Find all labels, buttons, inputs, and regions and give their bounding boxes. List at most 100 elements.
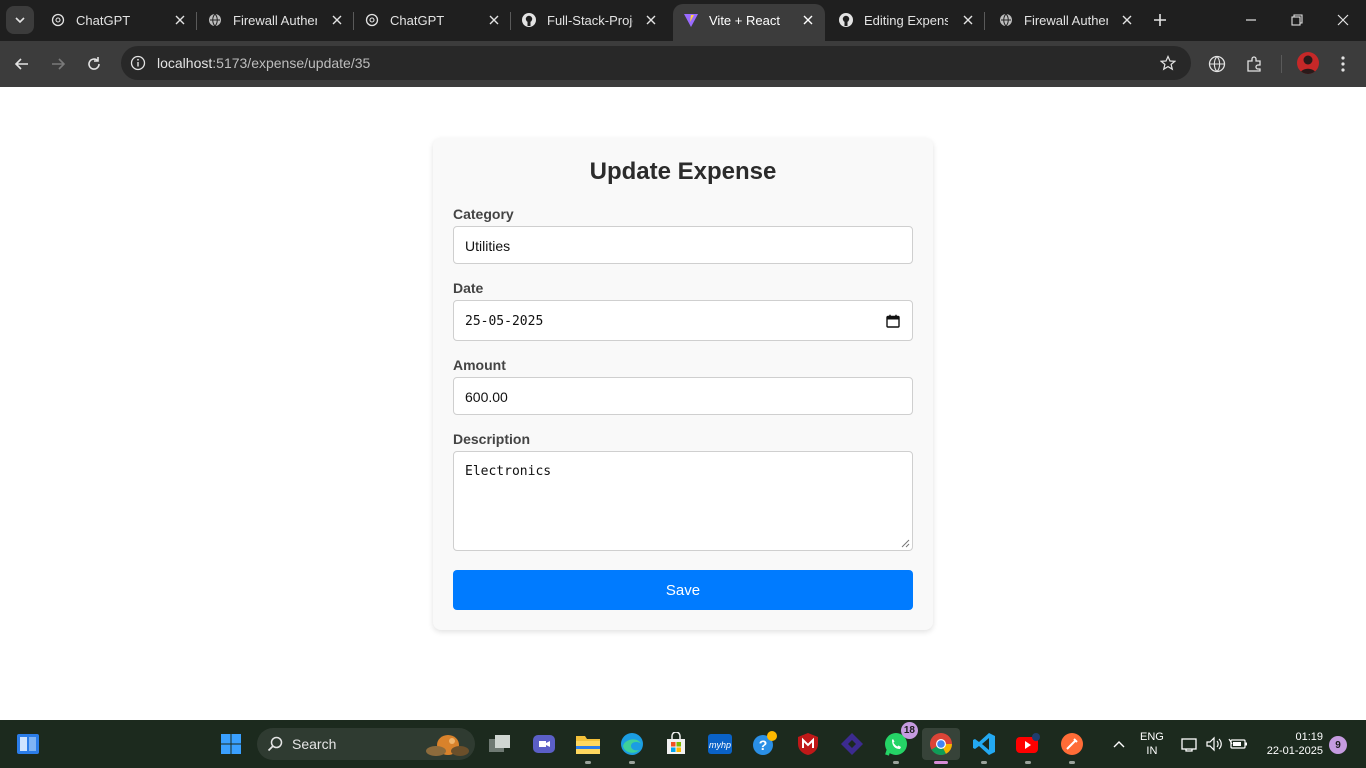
github-icon: [838, 12, 854, 28]
clock-date: 22-01-2025: [1266, 745, 1323, 757]
taskbar-app-edge[interactable]: [616, 728, 648, 764]
toolbar-divider: [1281, 55, 1282, 73]
mcafee-shield-icon: [798, 733, 818, 755]
browser-tab-strip: ChatGPT Firewall Authentication ChatGPT …: [0, 0, 1366, 41]
notification-center-badge[interactable]: 9: [1329, 736, 1347, 754]
network-icon[interactable]: [1180, 734, 1200, 754]
video-chat-icon: [533, 735, 555, 753]
description-value: Electronics: [465, 464, 552, 479]
taskbar-app-file-explorer[interactable]: [572, 728, 604, 764]
close-icon[interactable]: [644, 13, 658, 27]
show-hidden-icons-button[interactable]: [1109, 734, 1129, 754]
back-button[interactable]: [10, 52, 34, 76]
language-indicator[interactable]: ENG IN: [1140, 730, 1164, 758]
new-tab-button[interactable]: [1150, 10, 1170, 30]
browser-tab[interactable]: Firewall Authentication: [988, 0, 1144, 41]
resize-grip-icon[interactable]: [901, 539, 910, 548]
reload-icon: [88, 57, 100, 70]
category-value: Utilities: [465, 238, 511, 254]
search-highlight-image-icon: [426, 735, 469, 756]
notification-badge: 18: [900, 722, 918, 739]
browser-tab[interactable]: Firewall Authentication: [197, 0, 354, 41]
category-input[interactable]: Utilities: [453, 226, 913, 264]
address-bar[interactable]: localhost:5173/expense/update/35: [121, 46, 1191, 80]
task-view-button[interactable]: [484, 728, 516, 760]
taskbar-app-meet[interactable]: [528, 728, 560, 760]
search-label: Search: [292, 736, 337, 752]
start-button[interactable]: [215, 728, 247, 760]
close-icon[interactable]: [330, 13, 344, 27]
chrome-icon: [930, 733, 952, 755]
translate-icon[interactable]: [1206, 53, 1228, 75]
taskbar-app-dev-tool[interactable]: [836, 728, 868, 760]
widgets-icon: [17, 734, 39, 754]
running-indicator: [893, 761, 899, 764]
taskbar-search[interactable]: Search: [257, 728, 475, 760]
calendar-icon[interactable]: [886, 314, 900, 328]
taskbar-app-mcafee[interactable]: [792, 728, 824, 760]
taskbar-app-postman[interactable]: [1056, 728, 1088, 764]
tab-title: ChatGPT: [76, 13, 131, 28]
close-icon[interactable]: [801, 13, 815, 27]
dev-tool-icon: [841, 733, 863, 755]
task-view-icon: [489, 735, 510, 752]
extensions-icon[interactable]: [1243, 53, 1265, 75]
running-indicator: [1025, 761, 1031, 764]
description-label: Description: [453, 431, 531, 447]
date-input[interactable]: 25-05-2025: [453, 300, 913, 341]
site-info-icon[interactable]: [129, 54, 147, 72]
page-viewport: Update Expense Category Utilities Date 2…: [0, 87, 1366, 720]
browser-tab-active[interactable]: Vite + React: [673, 4, 825, 41]
system-clock[interactable]: 01:19 22-01-2025: [1258, 730, 1323, 758]
close-icon[interactable]: [173, 13, 187, 27]
taskbar-app-myhp[interactable]: myhp: [704, 728, 736, 760]
description-textarea[interactable]: Electronics: [453, 451, 913, 551]
amount-input[interactable]: 600.00: [453, 377, 913, 415]
browser-tab[interactable]: ChatGPT: [354, 0, 511, 41]
taskbar-app-youtube[interactable]: [1012, 728, 1044, 764]
forward-button[interactable]: [46, 52, 70, 76]
restore-button[interactable]: [1287, 10, 1307, 30]
profile-avatar[interactable]: [1297, 52, 1319, 74]
browser-tab[interactable]: ChatGPT: [40, 0, 197, 41]
arrow-left-icon: [14, 58, 28, 70]
tab-search-button[interactable]: [6, 6, 34, 34]
form-heading: Update Expense: [589, 158, 777, 185]
save-button[interactable]: Save: [453, 570, 913, 610]
running-indicator: [585, 761, 591, 764]
volume-icon[interactable]: [1204, 734, 1224, 754]
github-icon: [521, 12, 537, 28]
taskbar-app-vscode[interactable]: [968, 728, 1000, 764]
close-window-button[interactable]: [1333, 10, 1353, 30]
tab-title: Vite + React: [709, 13, 780, 28]
taskbar-app-chrome[interactable]: [922, 728, 960, 764]
browser-menu-icon[interactable]: [1332, 53, 1354, 75]
close-icon[interactable]: [1120, 13, 1134, 27]
taskbar-app-get-help[interactable]: ?: [748, 728, 780, 760]
widgets-button[interactable]: [12, 728, 44, 760]
close-icon[interactable]: [961, 13, 975, 27]
search-icon: [267, 736, 283, 752]
windows-taskbar: Search myhp ? 18 ENG IN 01:19 22-01-2025…: [0, 720, 1366, 768]
browser-tab[interactable]: Editing Expense: [828, 0, 985, 41]
taskbar-app-store[interactable]: [660, 728, 692, 760]
bookmark-star-icon[interactable]: [1159, 54, 1177, 72]
language-code: ENG: [1140, 731, 1164, 743]
close-icon: [1337, 14, 1349, 26]
svg-text:?: ?: [759, 737, 768, 753]
close-icon[interactable]: [487, 13, 501, 27]
tab-title: Editing Expense: [864, 13, 948, 28]
language-region: IN: [1146, 745, 1158, 757]
taskbar-app-whatsapp[interactable]: 18: [880, 722, 918, 764]
arrow-right-icon: [52, 58, 66, 70]
postman-icon: [1061, 733, 1083, 755]
minimize-button[interactable]: [1241, 10, 1261, 30]
plus-icon: [1154, 14, 1166, 26]
browser-tab[interactable]: Full-Stack-Project: [511, 0, 668, 41]
tab-separator: [984, 12, 985, 30]
battery-icon[interactable]: [1228, 734, 1248, 754]
amount-value: 600.00: [465, 389, 508, 405]
svg-text:myhp: myhp: [709, 740, 731, 750]
browser-toolbar: localhost:5173/expense/update/35: [0, 41, 1366, 87]
reload-button[interactable]: [82, 52, 106, 76]
